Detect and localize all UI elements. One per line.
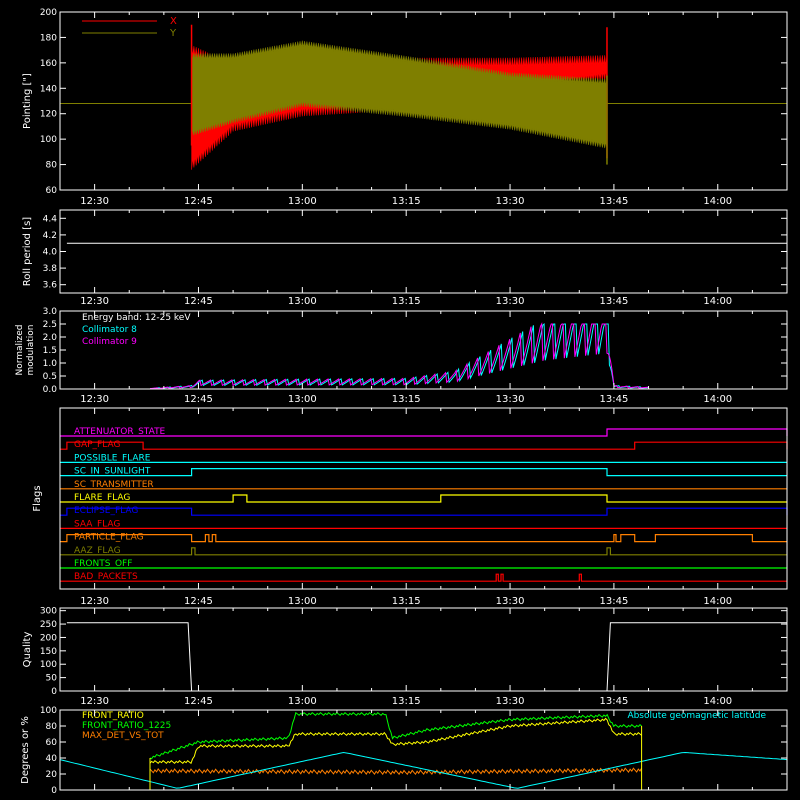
x-tick-label: 13:30 xyxy=(496,596,525,607)
y-tick-label: 4.4 xyxy=(43,214,58,224)
y-tick-label: 4.2 xyxy=(43,231,57,241)
x-tick-label: 13:45 xyxy=(599,296,628,307)
y-tick-label: 0.0 xyxy=(43,385,58,395)
x-tick-label: 13:15 xyxy=(392,596,421,607)
legend-collimator-8: Collimator 8 xyxy=(82,325,137,335)
legend-x-label: X xyxy=(170,16,177,27)
y-tick-label: 1.0 xyxy=(43,359,58,369)
x-tick-label: 13:45 xyxy=(599,196,628,207)
legend-max-det-vs-tot: MAX_DET_VS_TOT xyxy=(82,731,164,741)
x-tick-label: 13:00 xyxy=(288,696,317,707)
y-tick-label: 120 xyxy=(40,110,57,120)
x-tick-label: 12:45 xyxy=(184,296,213,307)
y-tick-label: 4.0 xyxy=(43,248,58,258)
y-tick-label: 140 xyxy=(40,84,57,94)
y-tick-label: 100 xyxy=(40,135,57,145)
y-tick-label: 20 xyxy=(46,770,58,780)
x-tick-label: 13:45 xyxy=(599,596,628,607)
x-tick-label: 12:30 xyxy=(80,394,109,405)
x-tick-label: 13:30 xyxy=(496,296,525,307)
x-tick-label: 14:00 xyxy=(703,296,732,307)
x-tick-label: 13:15 xyxy=(392,394,421,405)
x-tick-label: 12:30 xyxy=(80,596,109,607)
y-tick-label: 200 xyxy=(40,633,57,643)
x-tick-label: 13:45 xyxy=(599,394,628,405)
modulation-ylabel-line1: Normalized xyxy=(15,324,25,375)
quality-ylabel: Quality xyxy=(22,632,33,668)
modulation-ylabel-line2: modulation xyxy=(26,325,36,376)
legend-front-ratio: FRONT_RATIO xyxy=(82,711,144,721)
telemetry-figure: 6080100120140160180200XYPointing ["]12:3… xyxy=(0,0,800,800)
x-tick-label: 12:30 xyxy=(80,696,109,707)
roll-ylabel: Roll period [s] xyxy=(22,217,33,286)
y-tick-label: 40 xyxy=(46,754,58,764)
x-tick-label: 13:30 xyxy=(496,394,525,405)
x-tick-label: 13:30 xyxy=(496,196,525,207)
x-tick-label: 12:45 xyxy=(184,394,213,405)
y-tick-label: 2.0 xyxy=(43,333,58,343)
y-tick-label: 3.6 xyxy=(43,281,58,291)
x-tick-label: 13:15 xyxy=(392,296,421,307)
x-tick-label: 12:30 xyxy=(80,196,109,207)
y-tick-label: 2.5 xyxy=(43,320,57,330)
x-tick-label: 13:00 xyxy=(288,596,317,607)
y-tick-label: 3.0 xyxy=(43,307,58,317)
y-tick-label: 180 xyxy=(40,33,57,43)
y-tick-label: 3.8 xyxy=(43,264,58,274)
flags-ylabel: Flags xyxy=(32,485,43,511)
legend-collimator-9: Collimator 9 xyxy=(82,337,137,347)
x-tick-label: 13:30 xyxy=(496,696,525,707)
x-tick-label: 14:00 xyxy=(703,696,732,707)
ratios-ylabel: Degrees or % xyxy=(20,716,31,784)
y-tick-label: 160 xyxy=(40,59,57,69)
x-tick-label: 12:45 xyxy=(184,696,213,707)
y-tick-label: 150 xyxy=(40,647,57,657)
x-tick-label: 12:45 xyxy=(184,196,213,207)
y-tick-label: 0 xyxy=(51,786,57,796)
y-tick-label: 60 xyxy=(46,186,58,196)
y-tick-label: 300 xyxy=(40,607,57,617)
y-tick-label: 0.5 xyxy=(43,372,57,382)
x-tick-label: 14:00 xyxy=(703,596,732,607)
y-tick-label: 200 xyxy=(40,8,57,18)
x-tick-label: 13:00 xyxy=(288,296,317,307)
x-tick-label: 13:45 xyxy=(599,696,628,707)
x-tick-label: 14:00 xyxy=(703,394,732,405)
x-tick-label: 12:30 xyxy=(80,296,109,307)
x-tick-label: 14:00 xyxy=(703,196,732,207)
y-tick-label: 100 xyxy=(40,706,57,716)
y-tick-label: 50 xyxy=(46,674,58,684)
legend-y-label: Y xyxy=(169,28,177,39)
x-tick-label: 13:15 xyxy=(392,696,421,707)
y-tick-label: 0 xyxy=(51,687,57,697)
legend-front-ratio-1225: FRONT_RATIO_1225 xyxy=(82,721,171,731)
x-tick-label: 13:00 xyxy=(288,394,317,405)
x-tick-label: 12:45 xyxy=(184,596,213,607)
y-tick-label: 1.5 xyxy=(43,346,57,356)
pointing-ylabel: Pointing ["] xyxy=(22,73,33,129)
y-tick-label: 100 xyxy=(40,660,57,670)
x-tick-label: 13:15 xyxy=(392,196,421,207)
y-tick-label: 60 xyxy=(46,738,58,748)
y-tick-label: 250 xyxy=(40,620,57,630)
y-tick-label: 80 xyxy=(46,722,58,732)
y-tick-label: 80 xyxy=(46,161,58,171)
energy-band-annotation: Energy band: 12-25 keV xyxy=(82,313,191,323)
x-tick-label: 13:00 xyxy=(288,196,317,207)
